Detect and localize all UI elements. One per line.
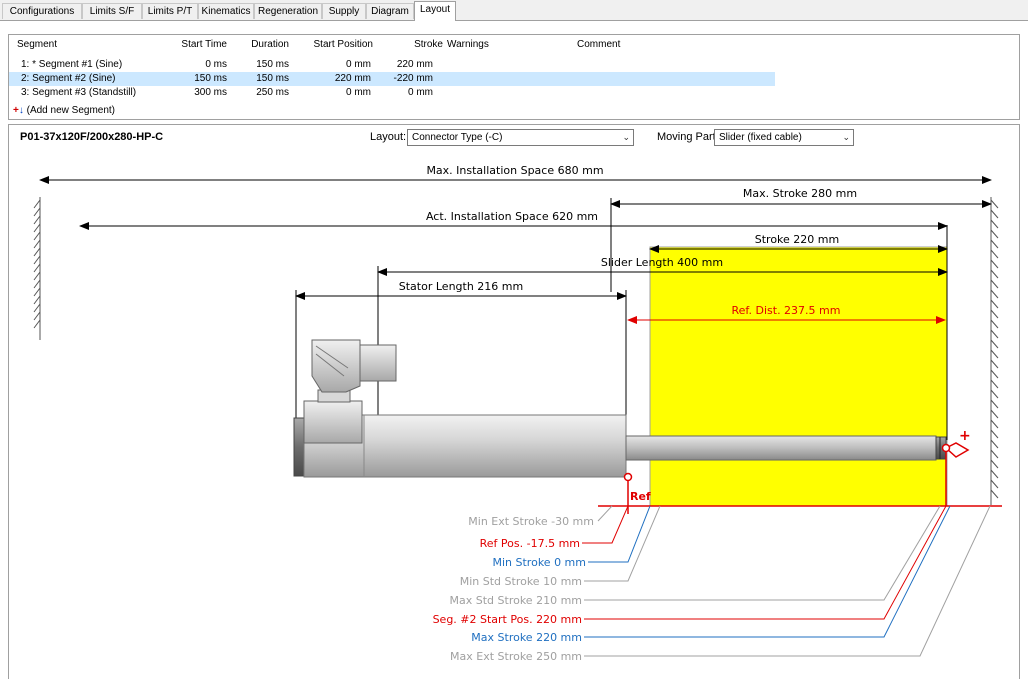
callout-min-stroke: Min Stroke 0 mm (493, 556, 587, 569)
max-stroke-label: Max. Stroke 280 mm (743, 187, 857, 200)
slider-length-label: Slider Length 400 mm (601, 256, 723, 269)
callout-min-std-stroke: Min Std Stroke 10 mm (460, 575, 582, 588)
callout-seg2-start-pos: Seg. #2 Start Pos. 220 mm (433, 613, 582, 626)
callout-leaders (582, 505, 991, 657)
slider-end-marker (941, 442, 970, 506)
max-install-label: Max. Installation Space 680 mm (426, 164, 603, 177)
callout-max-std-stroke: Max Std Stroke 210 mm (450, 594, 582, 607)
ref-label: Ref (630, 490, 651, 503)
plus-direction-label: + (959, 428, 971, 444)
left-wall (33, 197, 41, 340)
tab-layout[interactable]: Layout (414, 1, 456, 21)
callout-min-ext-stroke: Min Ext Stroke -30 mm (468, 515, 594, 528)
stroke-label: Stroke 220 mm (755, 233, 839, 246)
callout-max-ext-stroke: Max Ext Stroke 250 mm (450, 650, 582, 663)
right-wall (990, 197, 999, 505)
stroke-zone (649, 246, 948, 507)
act-install-label: Act. Installation Space 620 mm (426, 210, 598, 223)
stator-length-label: Stator Length 216 mm (399, 280, 523, 293)
ref-dist-label: Ref. Dist. 237.5 mm (732, 304, 841, 317)
layout-drawing: Max. Installation Space 680 mm Max. Stro… (33, 164, 1002, 663)
callout-max-stroke: Max Stroke 220 mm (471, 631, 582, 644)
slider-rod (625, 435, 947, 461)
callout-ref-pos: Ref Pos. -17.5 mm (480, 537, 580, 550)
